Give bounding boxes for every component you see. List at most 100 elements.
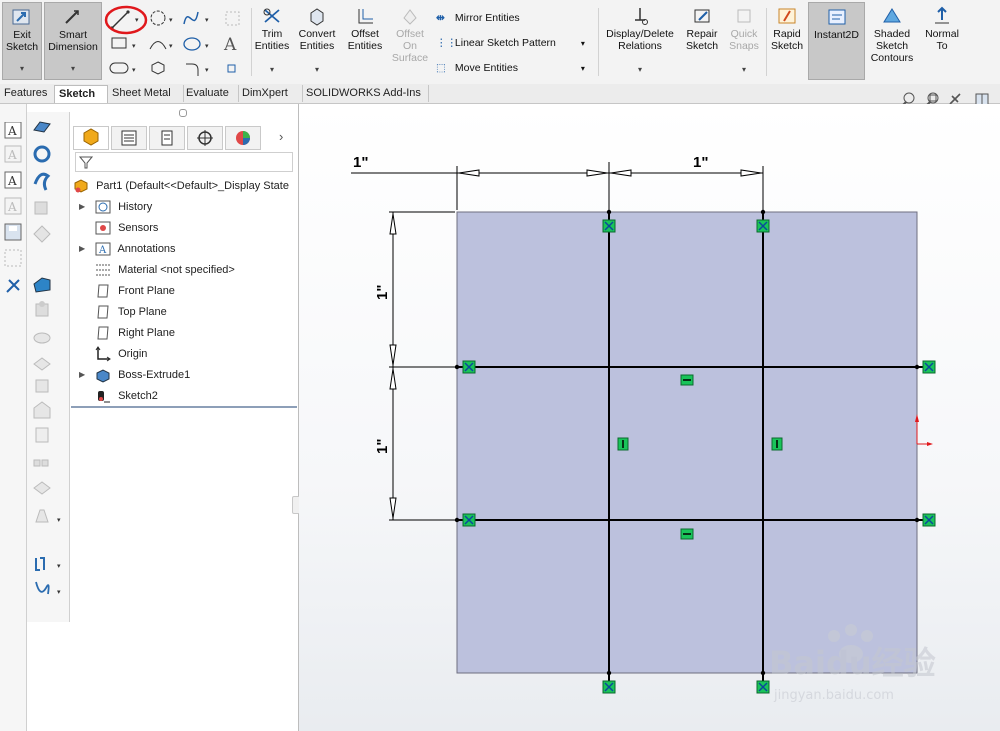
chevron-down-icon[interactable]: ▾ xyxy=(254,64,290,76)
chevron-down-icon[interactable]: ▾ xyxy=(581,64,585,73)
reference-geometry-icon[interactable]: ▾ xyxy=(35,557,61,571)
expand-arrow-icon[interactable]: ▶ xyxy=(79,244,85,253)
sketch-text-disabled-icon[interactable]: A xyxy=(4,145,22,163)
tab-sheet-metal[interactable]: Sheet Metal xyxy=(108,85,184,102)
chevron-down-icon[interactable]: ▾ xyxy=(602,64,678,76)
convert-entities-button[interactable]: Convert Entities ▾ xyxy=(294,2,340,80)
revolved-cut-icon[interactable] xyxy=(33,332,51,344)
sweep-icon[interactable] xyxy=(33,172,51,191)
plane-tool-icon[interactable] xyxy=(225,11,240,26)
line-tool-icon[interactable]: ▾ xyxy=(110,10,139,30)
instant2d-button[interactable]: Instant2D xyxy=(808,2,865,80)
display-delete-relations-button[interactable]: Display/Delete Relations ▾ xyxy=(602,2,678,80)
hole-wizard-icon[interactable] xyxy=(35,301,49,317)
chevron-down-icon[interactable]: ▾ xyxy=(3,63,41,75)
tree-item-boss-extrude1[interactable]: Boss-Extrude1 xyxy=(95,365,190,385)
dimension-left-lower-value[interactable]: 1" xyxy=(374,439,391,454)
rapid-sketch-button[interactable]: Rapid Sketch xyxy=(768,2,806,80)
extruded-cut-icon[interactable] xyxy=(33,277,51,293)
tree-item-top-plane[interactable]: Top Plane xyxy=(95,302,167,322)
tab-solidworks-add-ins[interactable]: SOLIDWORKS Add-Ins xyxy=(302,85,429,102)
property-manager-tab[interactable] xyxy=(111,126,147,150)
tree-item-origin[interactable]: Origin xyxy=(95,344,147,364)
grid-icon[interactable] xyxy=(4,249,22,267)
boundary-boss-icon[interactable] xyxy=(33,225,51,243)
sketch-canvas[interactable]: 1" 1" 1" 1" Baidu经验 jingyan.baidu.com xyxy=(299,104,1000,731)
chevron-down-icon[interactable]: ▾ xyxy=(294,64,340,76)
panel-pin-icon[interactable] xyxy=(179,109,187,117)
repair-sketch-button[interactable]: Repair Sketch xyxy=(682,2,722,80)
linear-sketch-pattern-button[interactable]: ⋮⋮ Linear Sketch Pattern ▾ xyxy=(436,37,585,49)
rectangle-tool-icon[interactable]: ▾ xyxy=(111,37,136,50)
rib-icon[interactable] xyxy=(33,481,51,495)
ellipse-tool-icon[interactable]: ▾ xyxy=(183,37,209,51)
point-tool-icon[interactable] xyxy=(227,64,236,73)
quick-snaps-button[interactable]: Quick Snaps ▾ xyxy=(726,2,762,80)
previous-view-icon[interactable] xyxy=(949,93,961,105)
tree-item-history[interactable]: History xyxy=(95,197,152,217)
extrude-boss-icon[interactable] xyxy=(33,121,51,133)
arc-tool-icon[interactable]: ▾ xyxy=(149,41,173,51)
mirror-entities-button[interactable]: ⇹ Mirror Entities xyxy=(436,12,520,24)
tools-icon[interactable] xyxy=(6,279,20,293)
dimension-left-upper-value[interactable]: 1" xyxy=(374,285,391,300)
extruded-face[interactable] xyxy=(456,211,918,674)
text-tool-icon[interactable]: A xyxy=(223,35,237,55)
dimxpert-manager-tab[interactable] xyxy=(187,126,223,150)
dimension-top-left-value[interactable]: 1" xyxy=(353,154,368,171)
chevron-down-icon[interactable]: ▾ xyxy=(726,64,762,76)
configuration-manager-tab[interactable] xyxy=(149,126,185,150)
tree-item-right-plane[interactable]: Right Plane xyxy=(95,323,175,343)
feature-manager-tab[interactable] xyxy=(73,126,109,150)
save-icon[interactable] xyxy=(4,223,22,241)
swept-cut-icon[interactable] xyxy=(33,357,51,371)
note-icon[interactable]: A xyxy=(4,171,22,189)
tree-item-sketch2[interactable]: Sketch2 xyxy=(95,386,158,406)
tab-dimxpert[interactable]: DimXpert xyxy=(238,85,303,102)
move-entities-button[interactable]: ⬚ Move Entities ▾ xyxy=(436,62,585,74)
exit-sketch-button[interactable]: Exit Sketch ▾ xyxy=(2,2,42,80)
display-manager-tab[interactable] xyxy=(225,126,261,150)
chevron-down-icon[interactable]: ▾ xyxy=(45,63,101,75)
circle-tool-icon[interactable]: ▾ xyxy=(150,10,173,26)
tab-sketch[interactable]: Sketch xyxy=(54,85,108,103)
tree-item-material[interactable]: Material <not specified> xyxy=(95,260,235,280)
offset-entities-button[interactable]: Offset Entities xyxy=(344,2,386,80)
boundary-cut-icon[interactable] xyxy=(33,401,51,419)
sketch-text-icon[interactable]: A xyxy=(4,122,22,139)
linear-pattern-icon[interactable] xyxy=(33,459,49,467)
draft-icon[interactable]: ▾ xyxy=(35,509,61,524)
offset-on-surface-button[interactable]: Offset On Surface xyxy=(390,2,430,80)
chevron-down-icon[interactable]: ▾ xyxy=(581,39,585,48)
dimension-vertical[interactable] xyxy=(389,211,455,521)
tree-filter-field[interactable] xyxy=(75,152,293,172)
tree-item-sensors[interactable]: Sensors xyxy=(95,218,158,238)
repair-sketch-label: Repair Sketch xyxy=(685,28,719,52)
tab-evaluate[interactable]: Evaluate xyxy=(182,85,239,102)
spline-tool-icon[interactable]: ▾ xyxy=(183,11,209,25)
smart-dimension-button[interactable]: Smart Dimension ▾ xyxy=(44,2,102,80)
tree-item-annotations[interactable]: A Annotations xyxy=(95,239,176,259)
fillet-icon[interactable] xyxy=(35,427,49,443)
rollback-bar[interactable] xyxy=(71,406,297,408)
expand-arrow-icon[interactable]: ▶ xyxy=(79,370,85,379)
balloon-icon[interactable]: A xyxy=(4,197,22,215)
lofted-cut-icon[interactable] xyxy=(35,379,49,393)
slot-tool-icon[interactable]: ▾ xyxy=(109,62,136,74)
polygon-tool-icon[interactable] xyxy=(151,61,165,75)
expand-arrow-icon[interactable]: ▶ xyxy=(79,202,85,211)
trim-entities-button[interactable]: Trim Entities ▾ xyxy=(254,2,290,80)
tree-root-part[interactable]: Part1 (Default<<Default>_Display State xyxy=(73,176,289,196)
tree-item-front-plane[interactable]: Front Plane xyxy=(95,281,175,301)
loft-icon[interactable] xyxy=(34,201,48,215)
shaded-sketch-contours-button[interactable]: Shaded Sketch Contours xyxy=(868,2,916,80)
fillet-tool-icon[interactable]: ▾ xyxy=(186,63,209,76)
normal-to-button[interactable]: Normal To xyxy=(920,2,964,80)
curves-icon[interactable]: ▾ xyxy=(35,581,61,596)
graphics-area[interactable]: 1" 1" 1" 1" Baidu经验 jingyan.baidu.com xyxy=(299,104,1000,731)
dimension-top-right-value[interactable]: 1" xyxy=(693,154,708,171)
revolve-boss-icon[interactable] xyxy=(33,145,51,163)
tab-features[interactable]: Features xyxy=(0,85,55,102)
chevron-right-icon[interactable]: › xyxy=(279,129,283,144)
linear-sketch-pattern-label: Linear Sketch Pattern xyxy=(454,37,556,50)
